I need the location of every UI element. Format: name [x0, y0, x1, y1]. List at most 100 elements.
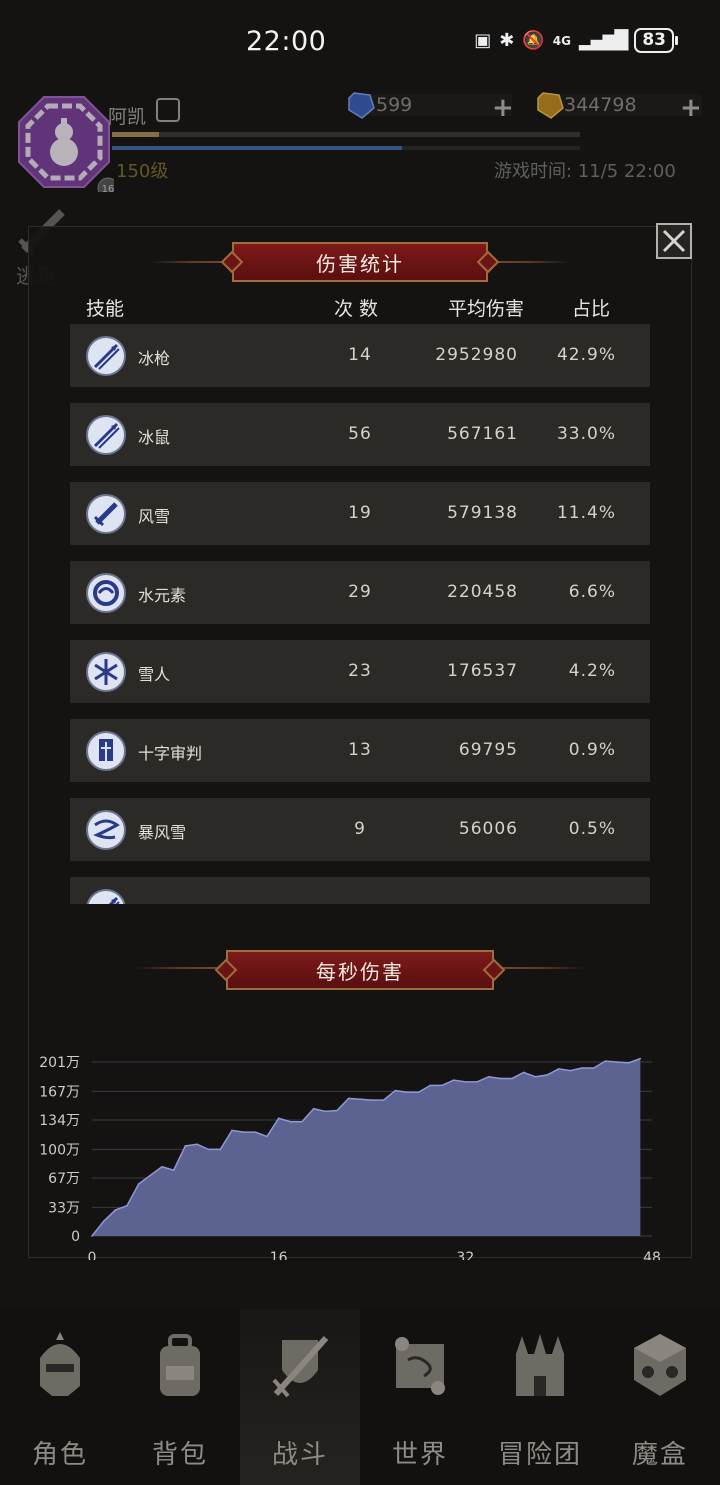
nav-item[interactable]: 冒险团: [480, 1310, 600, 1485]
gold-gem-icon: [537, 92, 564, 119]
skill-count: 23: [348, 661, 372, 681]
skill-avg-damage: 579138: [447, 503, 518, 523]
skill-list[interactable]: 冰枪 14 2952980 42.9% 冰鼠 56 567161 33.0% 风雪 19 57913…: [70, 324, 650, 904]
skill-name: 十字审判: [138, 744, 203, 763]
skill-row[interactable]: 风雪 19 579138 11.4%: [70, 482, 650, 545]
dps-data-point: [464, 1081, 467, 1083]
nav-item[interactable]: 战斗: [240, 1310, 360, 1485]
dps-data-point: [627, 1062, 630, 1064]
x-tick-label: 16: [270, 1250, 288, 1260]
skill-ratio: 11.4%: [556, 503, 616, 523]
y-tick-label: 67万: [48, 1171, 80, 1187]
dps-data-point: [476, 1081, 478, 1083]
x-tick-label: 32: [456, 1250, 474, 1260]
dps-data-point: [616, 1061, 618, 1063]
dps-data-point: [254, 1131, 257, 1133]
nav-label: 角色: [31, 1440, 88, 1470]
skill-name: 雪人: [138, 665, 171, 684]
skill-row[interactable]: [70, 877, 650, 904]
dps-data-point: [639, 1057, 642, 1060]
dps-data-point: [126, 1204, 128, 1207]
dps-data-point: [242, 1131, 245, 1133]
dps-data-point: [499, 1077, 502, 1080]
damage-stats-title: 伤害统计: [232, 242, 488, 282]
skill-count: 14: [348, 345, 372, 365]
battery-nub: [675, 36, 678, 45]
avatar-badge: 16: [102, 184, 114, 192]
skill-row[interactable]: 雪人 23 176537 4.2%: [70, 640, 650, 703]
skill-row[interactable]: 十字审判 13 69795 0.9%: [70, 719, 650, 782]
dps-data-point: [347, 1097, 350, 1100]
dps-data-point: [149, 1174, 152, 1177]
nfc-icon: ▣: [474, 30, 492, 51]
dps-data-point: [161, 1165, 163, 1168]
skill-ratio: 42.9%: [556, 345, 616, 365]
battery-icon: 83: [634, 28, 674, 53]
world-map-icon: [388, 1330, 452, 1402]
skill-avg-damage: 69795: [458, 740, 518, 760]
dps-data-point: [522, 1071, 525, 1074]
skill-row[interactable]: 水元素 29 220458 6.6%: [70, 561, 650, 624]
blue-gem-icon: [348, 92, 375, 119]
dps-data-point: [114, 1209, 117, 1211]
dps-title: 每秒伤害: [226, 950, 494, 990]
status-bar: 22:00 ▣ ✱ 🔕 4G ▂▄▆█ 83: [0, 0, 720, 80]
skill-row[interactable]: 暴风雪 9 56006 0.5%: [70, 798, 650, 861]
ice-spear-icon: [85, 335, 127, 377]
dps-data-point: [452, 1079, 455, 1081]
skill-ratio: 6.6%: [568, 582, 616, 602]
dps-data-point: [219, 1148, 222, 1151]
skill-avg-damage: 176537: [447, 661, 518, 681]
status-icons: ▣ ✱ 🔕 4G ▂▄▆█ 83: [474, 28, 678, 53]
skill-name: 暴风雪: [138, 823, 187, 842]
y-tick-label: 100万: [39, 1142, 80, 1158]
bottom-nav: 角色 背包 战斗 世界 冒险团 魔盒: [0, 1310, 720, 1485]
dps-banner-line-right: [496, 967, 584, 969]
exp-bar: [112, 132, 580, 137]
edit-name-icon[interactable]: [156, 98, 180, 122]
header-skill: 技能: [86, 298, 125, 320]
dps-data-point: [137, 1183, 140, 1185]
add-gold-currency-icon[interactable]: +: [680, 93, 702, 123]
nav-item[interactable]: 背包: [120, 1310, 240, 1485]
signal-icon: ▂▄▆█: [578, 30, 628, 51]
skill-avg-damage: 56006: [458, 819, 518, 839]
ice-spear-icon: [85, 888, 127, 904]
nav-item[interactable]: 世界: [360, 1310, 480, 1485]
helmet-icon: [28, 1330, 92, 1402]
dps-data-point: [394, 1089, 397, 1092]
add-blue-currency-icon[interactable]: +: [492, 93, 514, 123]
dps-chart-svg: 0 33万 67万 100万 134万 167万 201万 0 16 32 48: [39, 1055, 661, 1260]
bluetooth-icon: ✱: [499, 30, 515, 51]
damage-stats-banner: 伤害统计: [0, 240, 720, 284]
cross-judgment-icon: [85, 730, 127, 772]
skill-row[interactable]: 冰枪 14 2952980 42.9%: [70, 324, 650, 387]
game-time: 游戏时间: 11/5 22:00: [494, 161, 676, 182]
bagua-avatar-icon[interactable]: 16: [14, 92, 114, 192]
dps-data-point: [301, 1120, 303, 1123]
dps-data-point: [336, 1109, 338, 1112]
dps-data-point: [557, 1068, 560, 1070]
mp-bar: [112, 146, 580, 150]
snowflake-icon: [85, 651, 127, 693]
dps-data-point: [569, 1069, 572, 1072]
nav-item[interactable]: 角色: [0, 1310, 120, 1485]
nav-label: 魔盒: [631, 1440, 688, 1470]
skill-row[interactable]: 冰鼠 56 567161 33.0%: [70, 403, 650, 466]
dps-data-point: [581, 1067, 583, 1069]
backpack-icon: [148, 1330, 212, 1402]
nav-item[interactable]: 魔盒: [600, 1310, 720, 1485]
skill-avg-damage: 2952980: [435, 345, 518, 365]
y-tick-label: 33万: [48, 1200, 80, 1216]
skill-name: 冰枪: [138, 349, 171, 368]
dps-data-point: [172, 1169, 175, 1172]
dps-data-point: [231, 1129, 233, 1132]
dps-data-point: [207, 1148, 210, 1151]
skill-count: 19: [348, 503, 372, 523]
skill-ratio: 33.0%: [556, 424, 616, 444]
player-level: 150级: [116, 161, 169, 182]
skill-name: 冰鼠: [138, 428, 171, 447]
gold-currency-value: 344798: [564, 94, 637, 116]
dps-data-point: [604, 1060, 607, 1062]
blizzard-sword-icon: [85, 493, 127, 535]
